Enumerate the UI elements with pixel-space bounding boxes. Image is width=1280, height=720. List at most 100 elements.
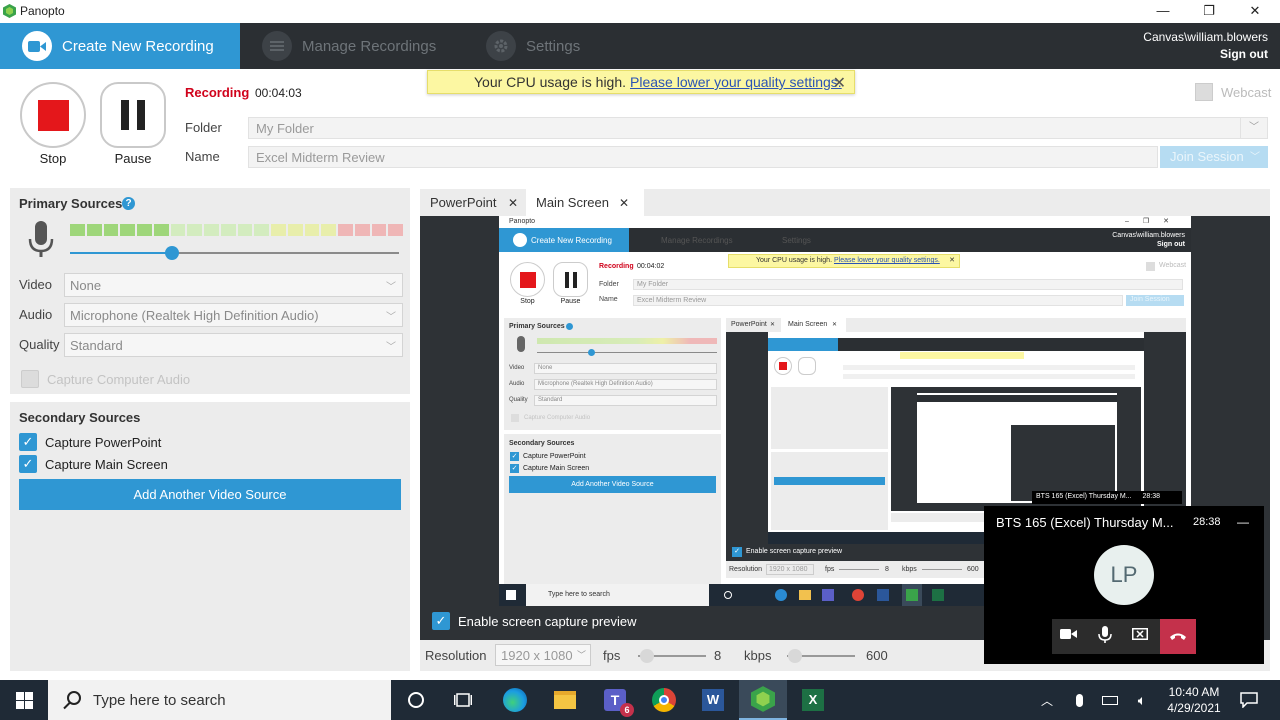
help-icon[interactable]: ?: [122, 197, 135, 210]
chrome-icon[interactable]: [640, 680, 688, 720]
sign-out-link[interactable]: Sign out: [1143, 46, 1268, 63]
volume-icon[interactable]: 🔈︎: [1130, 680, 1154, 720]
mini-banner-text: Your CPU usage is high.: [756, 257, 833, 264]
excel-icon[interactable]: X: [789, 680, 837, 720]
join-session-label: Join Session: [1170, 149, 1244, 164]
lower-quality-link[interactable]: Please lower your quality settings.: [630, 74, 842, 90]
teams-icon[interactable]: T 6: [591, 680, 639, 720]
taskbar-search-placeholder: Type here to search: [93, 691, 226, 709]
battery-icon[interactable]: [1098, 680, 1122, 720]
close-tab-powerpoint-icon[interactable]: ✕: [508, 196, 518, 210]
cpu-warning-banner: Your CPU usage is high. Please lower you…: [427, 70, 855, 94]
stop-button[interactable]: [20, 82, 86, 148]
meter-segment: [120, 224, 135, 236]
mini-call-time: 28:38: [1142, 493, 1160, 500]
video-camera-icon[interactable]: [1060, 627, 1080, 645]
elapsed-time: 00:04:03: [255, 86, 302, 100]
windows-taskbar: Type here to search T 6 W X ︿ 🔈︎ 10:40 A…: [0, 680, 1280, 720]
mini-audio-select: Microphone (Realtek High Definition Audi…: [534, 379, 717, 390]
top-nav: Create New Recording Manage Recordings S…: [0, 23, 1280, 69]
edge-icon[interactable]: [491, 680, 539, 720]
meter-segment: [86, 224, 102, 236]
nested-banner: [900, 352, 1024, 359]
share-screen-icon[interactable]: [1132, 627, 1150, 645]
minimize-button[interactable]: —: [1140, 2, 1186, 20]
cortana-icon[interactable]: [394, 680, 438, 720]
folder-dropdown-icon[interactable]: ﹀: [1240, 117, 1268, 139]
show-hidden-icons-icon[interactable]: ︿: [1036, 680, 1058, 720]
tab-create-new-recording[interactable]: Create New Recording: [0, 23, 240, 69]
mini-add-source-button: Add Another Video Source: [509, 476, 716, 493]
mini-primary-title: Primary Sources: [509, 323, 565, 330]
mini-tab-close-icon: ✕: [770, 322, 776, 328]
mini-stop-button: [510, 262, 545, 297]
close-tab-main-screen-icon[interactable]: ✕: [619, 196, 629, 210]
mini-title-bar: Panopto –❐✕: [499, 216, 1191, 228]
mini-name-label: Name: [599, 296, 618, 303]
chevron-down-icon: ﹀: [1250, 152, 1260, 163]
mini-webcast-checkbox: [1146, 262, 1155, 271]
folder-field[interactable]: My Folder: [248, 117, 1242, 139]
meter-segment: [187, 224, 202, 236]
pause-button[interactable]: [100, 82, 166, 148]
taskbar-search-box[interactable]: Type here to search: [48, 680, 391, 720]
kbps-slider-thumb[interactable]: [788, 649, 802, 663]
webcast-checkbox[interactable]: [1195, 83, 1213, 101]
mini-tab-powerpoint: PowerPoint: [731, 321, 767, 328]
notifications-icon[interactable]: [1238, 680, 1260, 720]
close-banner-icon[interactable]: ✕: [833, 73, 846, 93]
microphone-icon[interactable]: [1098, 626, 1114, 646]
tab-main-screen[interactable]: Main Screen: [536, 195, 609, 210]
name-field[interactable]: Excel Midterm Review: [248, 146, 1158, 168]
enable-preview-checkbox[interactable]: ✓: [432, 612, 450, 630]
capture-main-screen-checkbox[interactable]: ✓: [19, 455, 37, 473]
meter-segment: [304, 224, 320, 236]
meter-segment: [371, 224, 387, 236]
close-window-button[interactable]: ✕: [1232, 2, 1278, 20]
video-camera-icon: [22, 31, 52, 61]
taskbar-clock[interactable]: 10:40 AM 4/29/2021: [1163, 684, 1225, 716]
join-session-button[interactable]: Join Session ﹀: [1160, 146, 1268, 168]
minimize-call-icon[interactable]: —: [1237, 515, 1249, 529]
mini-taskbar-search: Type here to search: [526, 584, 709, 606]
mini-user: Canvas\william.blowers Sign out: [1112, 231, 1185, 249]
stop-label: Stop: [39, 151, 67, 166]
add-video-source-button[interactable]: Add Another Video Source: [19, 479, 401, 510]
nested-name-field: [843, 374, 1135, 379]
mic-volume-thumb[interactable]: [165, 246, 179, 260]
mini-audio-label: Audio: [509, 381, 525, 387]
panopto-taskbar-icon[interactable]: [739, 680, 787, 720]
mini-recording-status: Recording: [599, 263, 634, 270]
mini-enable-preview-checkbox: ✓: [732, 547, 742, 557]
tab-settings[interactable]: Settings: [486, 23, 580, 69]
nested-primary-panel: [771, 387, 888, 449]
capture-audio-checkbox[interactable]: [21, 370, 39, 388]
video-label: Video: [19, 277, 53, 292]
capture-powerpoint-checkbox[interactable]: ✓: [19, 433, 37, 451]
restore-button[interactable]: ❐: [1186, 2, 1232, 20]
clock-time: 10:40 AM: [1168, 685, 1220, 699]
audio-select[interactable]: Microphone (Realtek High Definition Audi…: [64, 303, 403, 327]
tab-powerpoint[interactable]: PowerPoint: [430, 195, 496, 210]
mini-primary-panel: Primary Sources Video None Audio Microph…: [504, 318, 721, 430]
pause-icon: [121, 100, 145, 130]
hang-up-button[interactable]: [1160, 619, 1196, 654]
gear-icon: [486, 31, 516, 61]
word-icon[interactable]: W: [689, 680, 737, 720]
tab-manage-recordings[interactable]: Manage Recordings: [262, 23, 436, 69]
quality-select[interactable]: Standard ﹀: [64, 333, 403, 357]
tab-manage-label: Manage Recordings: [302, 37, 437, 55]
task-view-icon[interactable]: [441, 680, 485, 720]
start-button[interactable]: [0, 680, 48, 720]
mini-capture-audio-label: Capture Computer Audio: [524, 415, 591, 421]
resolution-select[interactable]: 1920 x 1080 ﹀: [495, 644, 591, 666]
fps-slider-thumb[interactable]: [640, 649, 654, 663]
chevron-down-icon: ﹀: [386, 312, 396, 323]
mini-tab-strip: PowerPoint ✕ Main Screen ✕: [726, 318, 1186, 332]
file-explorer-icon[interactable]: [541, 680, 589, 720]
mini-cpu-banner: Your CPU usage is high. Please lower you…: [728, 254, 960, 268]
tab-create-label: Create New Recording: [62, 37, 214, 55]
microphone-tray-icon[interactable]: [1068, 680, 1090, 720]
video-select[interactable]: None ﹀: [64, 273, 403, 297]
pause-label: Pause: [114, 151, 152, 166]
